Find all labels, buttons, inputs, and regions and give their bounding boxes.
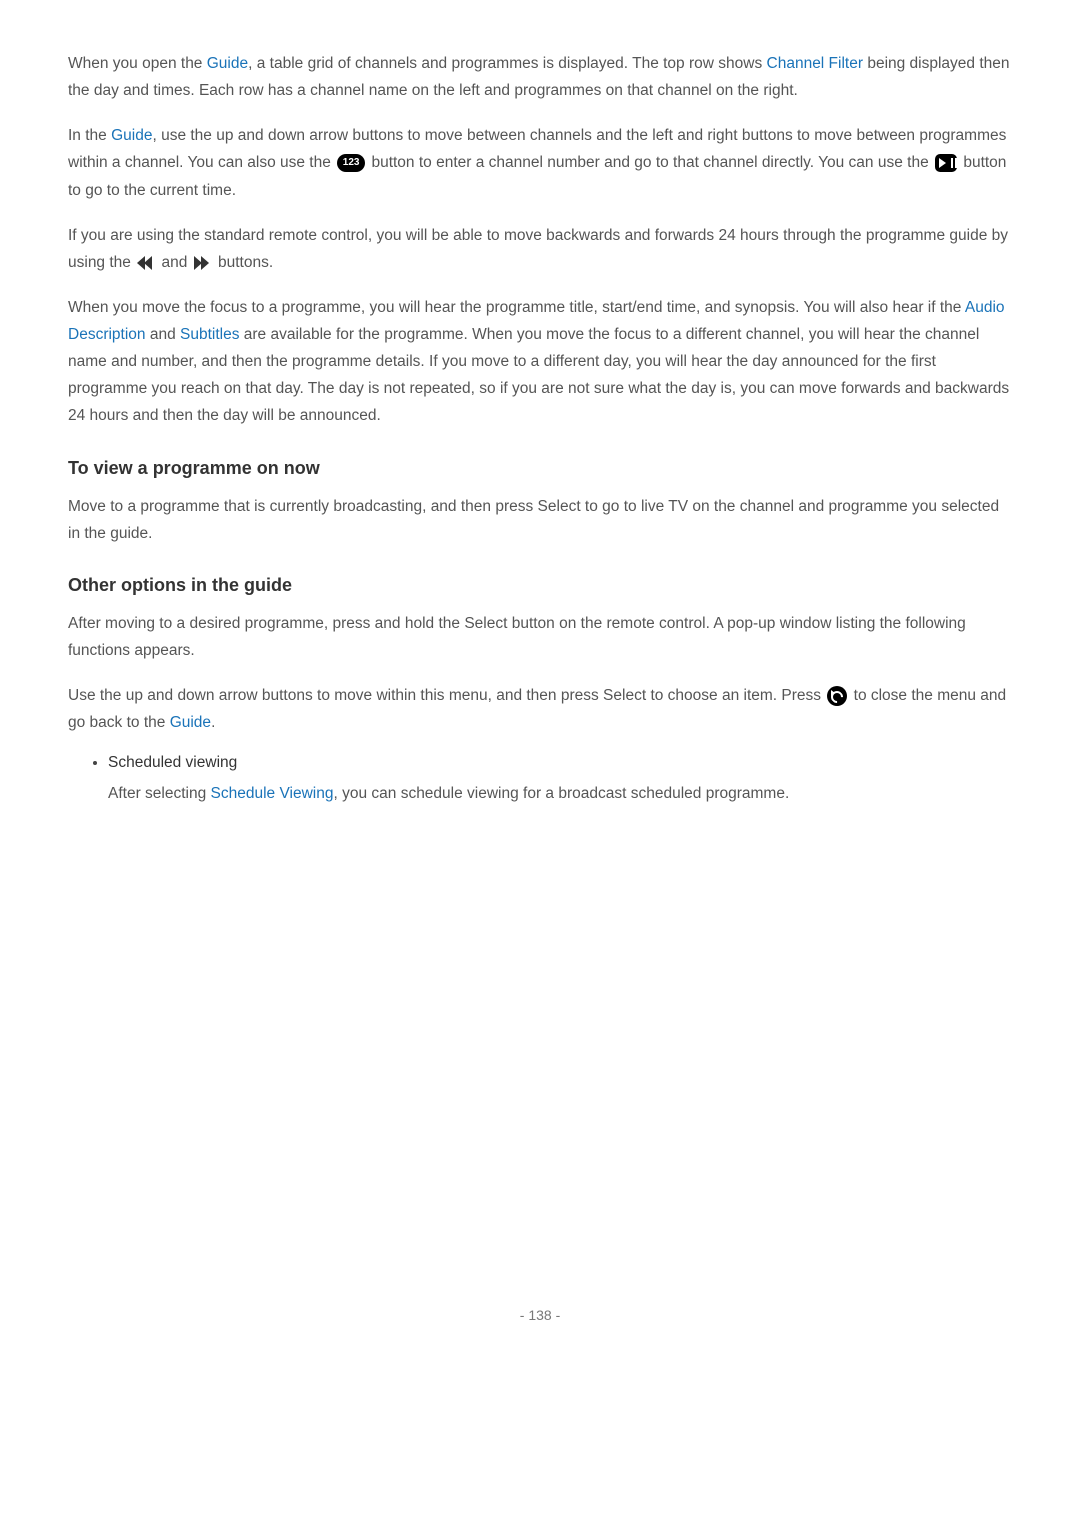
channel-filter-link: Channel Filter [767,55,864,72]
text: and [157,254,191,271]
list-item-title: Scheduled viewing [108,754,237,771]
paragraph: Use the up and down arrow buttons to mov… [68,682,1012,736]
paragraph: When you open the Guide, a table grid of… [68,50,1012,104]
text: In the [68,127,111,144]
text: , a table grid of channels and programme… [248,55,766,72]
paragraph: When you move the focus to a programme, … [68,294,1012,430]
document-page: When you open the Guide, a table grid of… [0,0,1080,1363]
page-number: - 138 - [68,1307,1012,1323]
text: After selecting [108,785,211,802]
section-heading: To view a programme on now [68,458,1012,479]
rewind-icon [137,256,155,270]
paragraph: After moving to a desired programme, pre… [68,610,1012,664]
text: . [211,714,215,731]
list-item: Scheduled viewing After selecting Schedu… [108,754,1012,807]
paragraph: In the Guide, use the up and down arrow … [68,122,1012,203]
guide-link: Guide [170,714,211,731]
bullet-list: Scheduled viewing After selecting Schedu… [68,754,1012,807]
return-icon [827,686,847,706]
paragraph: Move to a programme that is currently br… [68,493,1012,547]
section-heading: Other options in the guide [68,575,1012,596]
text: Use the up and down arrow buttons to mov… [68,687,825,704]
guide-link: Guide [111,127,152,144]
text: buttons. [214,254,273,271]
list-item-body: After selecting Schedule Viewing, you ca… [108,782,1012,807]
guide-link: Guide [207,55,248,72]
text: , you can schedule viewing for a broadca… [333,785,789,802]
schedule-viewing-link: Schedule Viewing [211,785,334,802]
fast-forward-icon [194,256,212,270]
paragraph: If you are using the standard remote con… [68,222,1012,276]
text: When you open the [68,55,207,72]
text: When you move the focus to a programme, … [68,299,965,316]
subtitles-link: Subtitles [180,326,239,343]
text: button to enter a channel number and go … [367,154,933,171]
play-pause-icon [935,154,957,172]
number-button-icon: 123 [337,154,365,172]
text: and [146,326,180,343]
